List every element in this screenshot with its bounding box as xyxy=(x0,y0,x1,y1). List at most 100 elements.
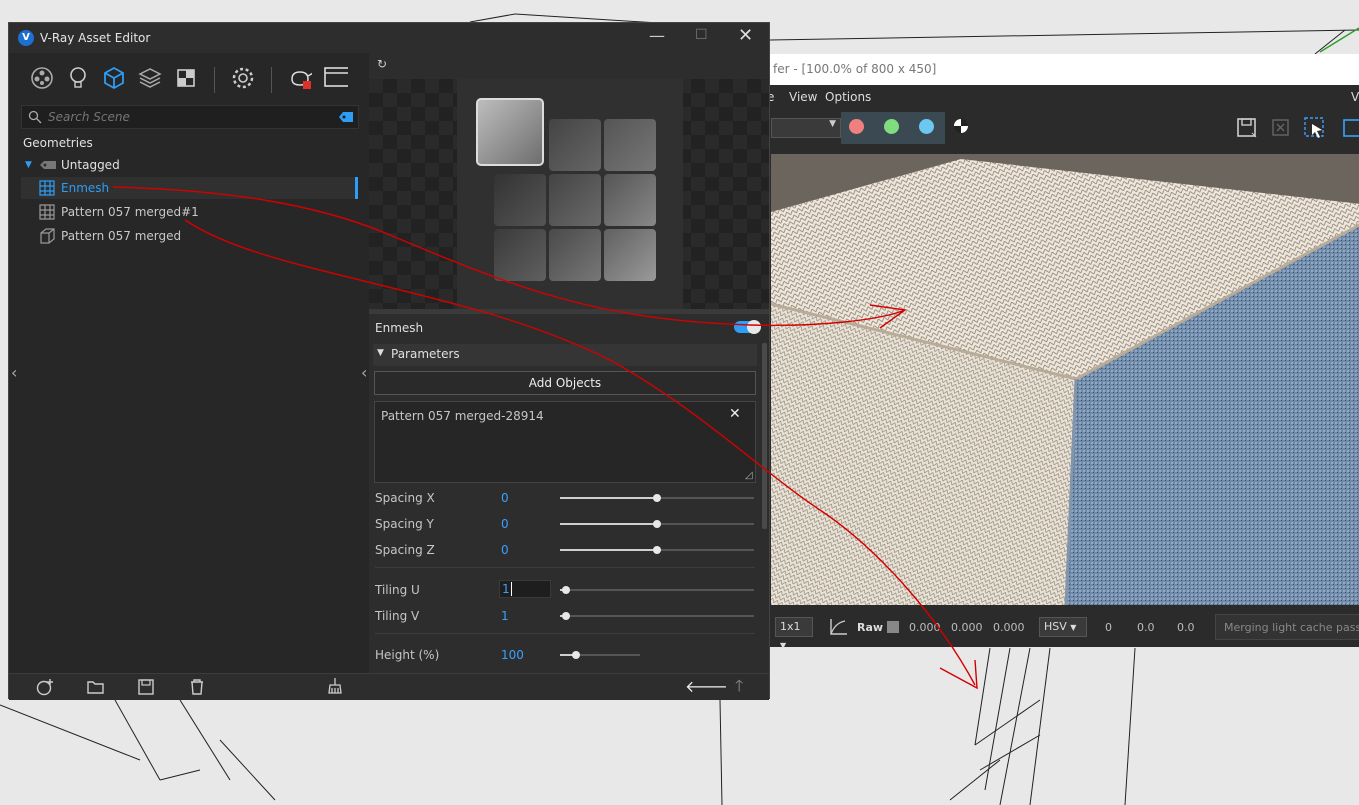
geometry-icon[interactable] xyxy=(101,65,127,91)
tiling-u-input-box[interactable]: 1 xyxy=(499,580,551,598)
expand-arrow-icon[interactable]: ▼ xyxy=(25,154,32,176)
collapse-left-icon[interactable]: ‹ xyxy=(11,363,17,382)
red-channel-button[interactable] xyxy=(849,119,864,134)
raw-label: Raw xyxy=(857,621,884,634)
menu-right-truncated[interactable]: V xyxy=(1351,85,1359,109)
delete-icon[interactable] xyxy=(187,677,207,697)
search-input[interactable] xyxy=(46,107,320,127)
slider-knob[interactable] xyxy=(653,520,661,528)
tree-item-pattern-merged[interactable]: Pattern 057 merged xyxy=(21,225,357,247)
category-geometries[interactable]: Geometries xyxy=(23,132,359,154)
param-slider[interactable] xyxy=(560,586,754,594)
param-label: Tiling V xyxy=(375,609,420,623)
value-g: 0.000 xyxy=(951,621,983,634)
collapse-panel-icon[interactable]: ‹ xyxy=(361,363,367,382)
region-size-select[interactable]: 1x1 ▼ xyxy=(775,617,813,650)
curve-correction-icon[interactable] xyxy=(827,617,849,637)
param-value-input[interactable]: 0 xyxy=(501,491,509,505)
param-label: Height (%) xyxy=(375,648,440,662)
save-icon[interactable] xyxy=(136,677,156,697)
menu-view[interactable]: View xyxy=(789,85,817,109)
up-arrow-icon[interactable]: 🡑 xyxy=(735,675,743,702)
tree-item-pattern-merged-1[interactable]: Pattern 057 merged#1 xyxy=(21,201,357,223)
enmesh-grid-icon xyxy=(39,180,55,196)
minimize-icon[interactable]: — xyxy=(649,26,665,45)
color-mode-select[interactable]: HSV ▼ xyxy=(1039,617,1087,637)
add-objects-button[interactable]: Add Objects xyxy=(374,371,756,395)
param-label: Tiling U xyxy=(375,583,420,597)
blue-channel-button[interactable] xyxy=(919,119,934,134)
region-render-icon[interactable] xyxy=(1302,115,1328,141)
window-title: V-Ray Asset Editor xyxy=(40,31,151,45)
slider-knob[interactable] xyxy=(653,494,661,502)
slider-knob[interactable] xyxy=(572,651,580,659)
param-value-input[interactable]: 0 xyxy=(501,517,509,531)
save-image-icon[interactable] xyxy=(1235,116,1259,140)
rendered-cube-image xyxy=(771,154,1359,605)
object-list-item[interactable]: Pattern 057 merged-28914 xyxy=(381,409,544,423)
param-label: Spacing X xyxy=(375,491,435,505)
preview-resize-handle[interactable] xyxy=(369,309,769,314)
chevron-down-icon: ▼ xyxy=(829,119,836,129)
parameters-header[interactable]: ▼ Parameters xyxy=(373,344,757,366)
slider-knob[interactable] xyxy=(561,586,570,594)
remove-object-icon[interactable]: ✕ xyxy=(729,406,741,422)
settings-gear-icon[interactable] xyxy=(230,65,256,91)
param-slider[interactable] xyxy=(560,494,754,502)
alpha-channel-icon[interactable] xyxy=(954,119,968,133)
param-value-input[interactable]: 100 xyxy=(501,648,524,662)
open-folder-icon[interactable] xyxy=(86,678,106,696)
param-value-input[interactable]: 0 xyxy=(501,543,509,557)
menu-options[interactable]: Options xyxy=(825,85,871,109)
asset-editor-window: V V-Ray Asset Editor — ☐ ✕ Geometries ▼ … xyxy=(8,22,770,702)
preview-tile xyxy=(549,119,601,171)
tree-item-label: Pattern 057 merged xyxy=(61,229,182,243)
enmesh-grid-icon xyxy=(39,204,55,220)
close-icon[interactable]: ✕ xyxy=(738,25,753,46)
render-elements-icon[interactable] xyxy=(137,65,163,91)
param-slider[interactable] xyxy=(560,612,754,620)
preview-options-icon[interactable]: ↻ xyxy=(377,57,387,71)
asset-settings-panel: ↻ Enmesh ▼ Parameters Add Objects Patter… xyxy=(361,53,769,673)
material-preview xyxy=(369,79,769,309)
raw-checkbox[interactable] xyxy=(887,621,899,633)
preview-tile xyxy=(549,229,601,281)
panel-scrollbar[interactable] xyxy=(762,343,767,529)
object-list: Pattern 057 merged-28914 ✕ ◿ xyxy=(374,401,756,483)
render-options-icon[interactable] xyxy=(1341,117,1359,139)
slider-knob[interactable] xyxy=(561,612,570,620)
preview-tile xyxy=(494,174,546,226)
param-slider[interactable] xyxy=(560,651,640,659)
lights-icon[interactable] xyxy=(65,65,91,91)
slider-knob[interactable] xyxy=(653,546,661,554)
resize-grip-icon[interactable]: ◿ xyxy=(745,470,753,481)
channel-select[interactable]: ▼ xyxy=(771,118,841,138)
param-value-input[interactable]: 1 xyxy=(501,609,509,623)
selection-indicator xyxy=(355,177,358,199)
search-scene-box xyxy=(21,105,359,129)
clear-image-icon[interactable] xyxy=(1269,116,1293,140)
render-teapot-icon[interactable] xyxy=(286,63,312,89)
frame-buffer-toolbar: ▼ xyxy=(761,109,1359,153)
param-slider[interactable] xyxy=(560,520,754,528)
preview-tile xyxy=(494,229,546,281)
enable-toggle[interactable] xyxy=(734,320,761,334)
group-untagged[interactable]: ▼ Untagged xyxy=(21,154,357,176)
back-arrow-icon[interactable]: 🡐 xyxy=(685,676,728,696)
materials-icon[interactable] xyxy=(29,65,55,91)
green-channel-button[interactable] xyxy=(884,119,899,134)
maximize-icon[interactable]: ☐ xyxy=(695,27,708,43)
frame-buffer-icon[interactable] xyxy=(322,63,348,89)
tree-item-enmesh[interactable]: Enmesh xyxy=(21,177,358,199)
param-value-input[interactable]: 1 xyxy=(502,582,512,596)
divider xyxy=(375,567,755,568)
preview-tile xyxy=(604,229,656,281)
tag-filter-icon[interactable] xyxy=(338,111,354,123)
purge-unused-icon[interactable] xyxy=(325,676,345,696)
toolbar-divider xyxy=(214,67,215,93)
param-slider[interactable] xyxy=(560,546,754,554)
section-title: Parameters xyxy=(391,347,460,361)
textures-icon[interactable] xyxy=(173,65,199,91)
asset-list-panel: Geometries ▼ Untagged Enmesh Pattern 057… xyxy=(9,53,369,673)
create-asset-icon[interactable] xyxy=(35,677,55,697)
